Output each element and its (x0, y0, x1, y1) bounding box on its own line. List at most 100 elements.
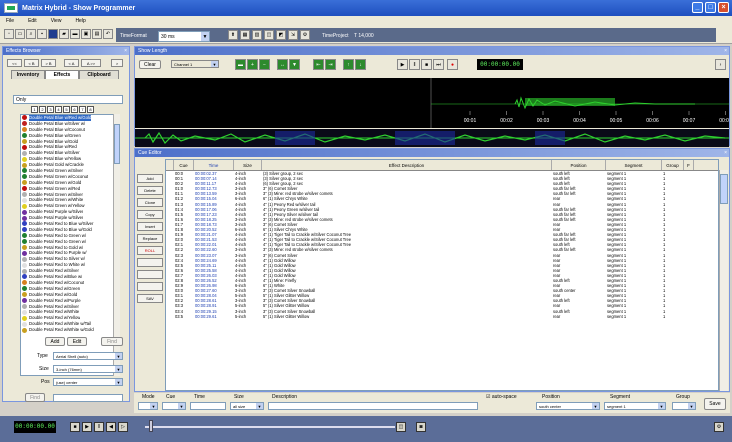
waveform-icon[interactable]: ▬ (235, 59, 246, 70)
layout-icon[interactable]: ▥ (252, 30, 262, 40)
edit-button[interactable]: Edit (67, 337, 87, 346)
menu-edit[interactable]: Edit (28, 18, 37, 24)
grid-icon[interactable]: ▦ (240, 30, 250, 40)
mode-select[interactable]: ▼ (138, 402, 158, 410)
expand-icon[interactable]: ⇥ (325, 59, 336, 70)
cue-action-button[interactable]: ROLL (137, 246, 163, 255)
column-header[interactable]: Position (552, 160, 606, 170)
page-button[interactable]: 6 (71, 106, 78, 113)
pause-icon[interactable]: ‖ (94, 422, 104, 432)
nav-next-button[interactable]: > (111, 59, 123, 67)
type-select[interactable]: Aerial Shell (auto) ▼ (53, 352, 123, 360)
page-button[interactable]: 3 (47, 106, 54, 113)
close-icon[interactable]: × (724, 149, 727, 157)
volume-icon[interactable]: ◙ (416, 422, 426, 432)
close-icon[interactable]: × (124, 47, 127, 55)
add-button[interactable]: Add (45, 337, 65, 346)
size-select[interactable]: 3-inch (76mm) ▼ (53, 365, 123, 373)
cue-tool-icon[interactable] (137, 270, 163, 279)
effect-list-item[interactable]: Double Petal Red w/White w/Gold (21, 327, 119, 333)
page-button[interactable]: 7 (79, 106, 86, 113)
folder-icon[interactable]: ▰ (59, 29, 69, 39)
paste-icon[interactable]: ▤ (92, 29, 102, 39)
position-select[interactable]: south center ▼ (536, 402, 600, 410)
column-header[interactable]: Effect Description (262, 160, 552, 170)
nav-prev-a-button[interactable]: < A (64, 59, 79, 67)
open-icon[interactable]: ▭ (15, 29, 25, 39)
stop-icon[interactable]: ■ (421, 59, 432, 70)
menu-help[interactable]: Help (75, 18, 85, 24)
overview-waveform[interactable] (135, 129, 729, 147)
cue-select[interactable]: ▼ (162, 402, 186, 410)
undo-icon[interactable]: ↶ (103, 29, 113, 39)
tab-effects[interactable]: Effects (45, 70, 79, 79)
pointer-icon[interactable]: ⬆ (228, 30, 238, 40)
group-select[interactable]: ▼ (672, 402, 696, 410)
pos-select[interactable]: (use) center ▼ (53, 378, 123, 386)
settings-icon[interactable]: ⚙ (714, 422, 724, 432)
stop-icon[interactable]: ■ (70, 422, 80, 432)
column-header[interactable] (166, 160, 174, 170)
table-row[interactable]: 03:5 00:00:29.61 5-inch 5" (1) Silver Glitt… (166, 314, 718, 319)
rewind-icon[interactable]: ◀ (106, 422, 116, 432)
cue-action-button[interactable]: Add (137, 174, 163, 183)
menu-view[interactable]: View (51, 18, 62, 24)
play-icon[interactable]: ▶ (397, 59, 408, 70)
cue-action-button[interactable]: SAV (137, 294, 163, 303)
page-button[interactable]: 8 (87, 106, 94, 113)
column-header[interactable]: F (684, 160, 694, 170)
page-button[interactable]: 1 (31, 106, 38, 113)
close-button[interactable]: × (718, 2, 729, 13)
export-icon[interactable]: ⇲ (288, 30, 298, 40)
down-icon[interactable]: ↓ (355, 59, 366, 70)
playback-slider[interactable] (145, 426, 395, 428)
scroll-thumb[interactable] (720, 174, 728, 204)
record-icon[interactable]: ● (447, 59, 458, 70)
fit-icon[interactable]: ↔ (277, 59, 288, 70)
settings-icon[interactable]: ⚙ (300, 30, 310, 40)
column-header[interactable]: Cue (174, 160, 194, 170)
loop-icon[interactable]: ◫ (396, 422, 406, 432)
nav-last-button[interactable]: A >> (81, 59, 101, 67)
save-button[interactable]: Save (704, 398, 726, 410)
new-icon[interactable]: ▫ (4, 29, 14, 39)
waveform-view[interactable]: 00:01 00:02 00:03 00:04 00:05 00:06 00:07 00:08 (135, 78, 732, 128)
save-icon[interactable]: ▪ (37, 29, 47, 39)
page-button[interactable]: 4 (55, 106, 62, 113)
segment-select[interactable]: segment 1 ▼ (604, 402, 666, 410)
clear-button[interactable]: Clear (139, 60, 161, 69)
minimize-button[interactable]: _ (692, 2, 703, 13)
find-input[interactable] (53, 394, 123, 402)
column-header[interactable]: Group (662, 160, 684, 170)
shrink-icon[interactable]: ⇤ (313, 59, 324, 70)
copy-icon[interactable]: ▣ (81, 29, 91, 39)
nav-next-b-button[interactable]: > B (41, 59, 56, 67)
column-header[interactable]: Size (234, 160, 262, 170)
find-button[interactable]: Find (101, 337, 123, 346)
page-button[interactable]: 5 (63, 106, 70, 113)
up-icon[interactable]: ↑ (343, 59, 354, 70)
slider-thumb[interactable] (149, 420, 153, 432)
tab-clipboard[interactable]: Clipboard (79, 70, 119, 79)
channel-select[interactable]: Channel 1 ▼ (171, 60, 219, 68)
nav-first-button[interactable]: << (7, 59, 22, 67)
timeformat-select[interactable]: 30 ms ▼ (158, 31, 210, 42)
nav-prev-b-button[interactable]: < B (24, 59, 39, 67)
close-icon[interactable]: × (724, 47, 727, 55)
zoom-in-icon[interactable]: + (247, 59, 258, 70)
forward-icon[interactable]: ▷ (118, 422, 128, 432)
next-icon[interactable]: ⏭ (433, 59, 444, 70)
cut-icon[interactable]: ▬ (70, 29, 80, 39)
marker-icon[interactable]: ▼ (289, 59, 300, 70)
chart-icon[interactable]: ◩ (276, 30, 286, 40)
tab-inventory[interactable]: Inventory (11, 70, 45, 79)
cue-tool-icon[interactable] (137, 282, 163, 291)
page-button[interactable]: 2 (39, 106, 46, 113)
maximize-button[interactable]: □ (705, 2, 716, 13)
column-header[interactable]: Time (194, 160, 234, 170)
cue-tool-icon[interactable] (137, 258, 163, 267)
cue-action-button[interactable]: Replace (137, 234, 163, 243)
description-input[interactable] (268, 402, 478, 410)
find-effect-button[interactable]: Find (25, 393, 45, 402)
cue-action-button[interactable]: Delete (137, 186, 163, 195)
